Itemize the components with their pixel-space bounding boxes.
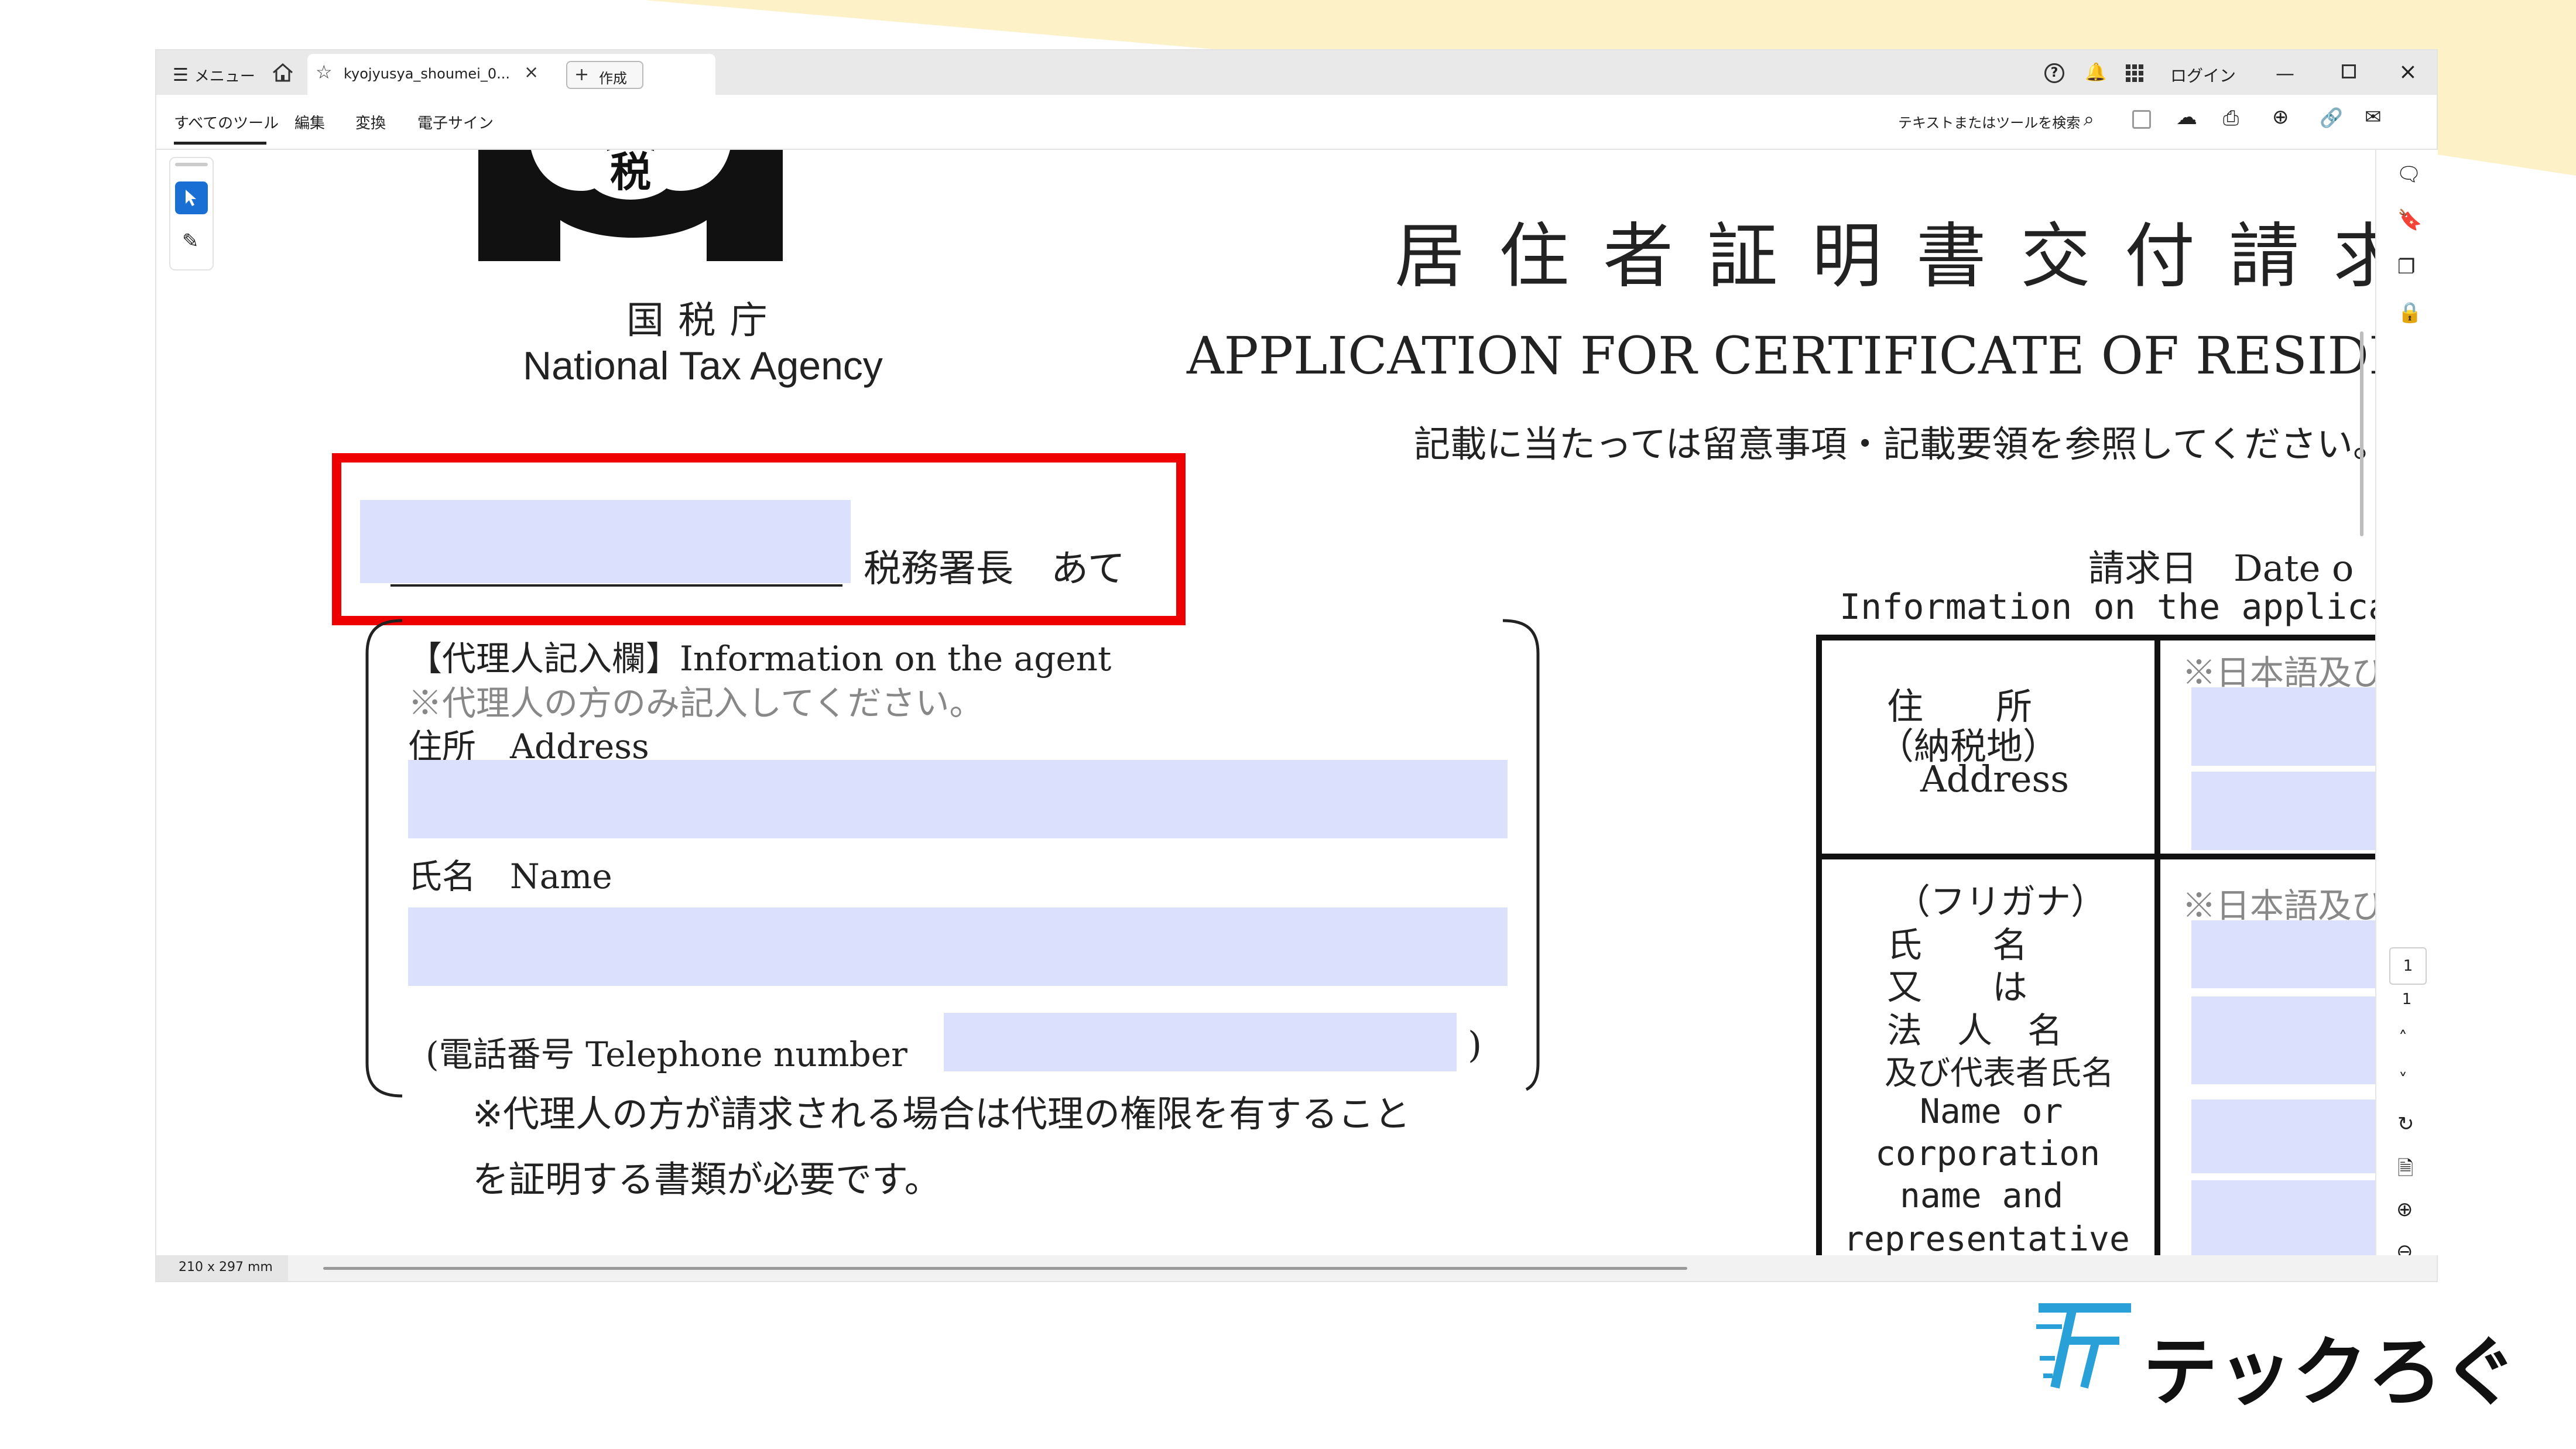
refresh-icon[interactable]: ↻ <box>2397 1112 2414 1136</box>
applicant-representative-field-1[interactable] <box>2191 1099 2375 1173</box>
applicant-name-furigana-field[interactable] <box>2191 920 2375 988</box>
comment-icon[interactable]: 🗨 <box>2396 163 2421 186</box>
hamburger-icon: ☰ <box>173 65 189 85</box>
login-button[interactable]: ログイン <box>2170 63 2236 87</box>
name-label-en-1: Name or <box>1920 1091 2063 1131</box>
prev-page-icon[interactable]: ˄ <box>2399 1028 2407 1049</box>
left-tool-strip: ✎ <box>156 150 232 1255</box>
share-icon[interactable]: ⊕ <box>2272 105 2289 129</box>
brand-logo-mark <box>2036 1303 2131 1389</box>
tab-convert[interactable]: 変換 <box>355 111 386 133</box>
apps-grid-icon[interactable] <box>2125 63 2145 85</box>
document-tab[interactable]: ☆ kyojyusya_shoumei_0... × <box>307 54 715 95</box>
create-button[interactable]: + 作成 <box>566 61 643 89</box>
create-label: 作成 <box>599 70 627 87</box>
address-label-line3: Address <box>1920 758 2070 800</box>
national-tax-agency-logo: 税 <box>478 150 783 261</box>
active-tab-underline <box>174 142 266 145</box>
agent-footnote-line1: ※代理人の方が請求される場合は代理の権限を有すること <box>472 1092 1410 1135</box>
right-panel: 🗨 🔖 ❐ 🔒 1 1 ˄ ˅ ↻ 🗎 ⊕ ⊖ <box>2375 150 2438 1263</box>
close-tab-icon[interactable]: × <box>524 62 539 83</box>
search-icon[interactable]: ⌕ <box>2084 108 2094 131</box>
print-icon[interactable]: ⎙ <box>2223 107 2239 130</box>
page-size-label: 210 x 297 mm <box>179 1260 273 1275</box>
cursor-icon <box>186 190 196 206</box>
vertical-scrollbar-thumb[interactable] <box>2360 331 2363 536</box>
agent-footnote-line2: を証明する書類が必要です。 <box>472 1158 941 1201</box>
tab-e-sign[interactable]: 電子サイン <box>417 111 494 133</box>
name-label-representative-ja: 及び代表者氏名 <box>1885 1054 2114 1092</box>
document-title-en: APPLICATION FOR CERTIFICATE OF RESIDENCE… <box>1187 326 2375 386</box>
quick-tools-panel: ✎ <box>169 157 214 270</box>
horizontal-scrollbar[interactable] <box>323 1267 1687 1270</box>
tab-title: kyojyusya_shoumei_0... <box>344 66 511 82</box>
drag-handle[interactable] <box>175 163 208 166</box>
tab-edit[interactable]: 編集 <box>294 111 325 133</box>
total-pages: 1 <box>2402 991 2412 1008</box>
pdf-viewer-window: ☰ メニュー ☆ kyojyusya_shoumei_0... × + 作成 ?… <box>156 50 2438 1281</box>
email-icon[interactable]: ✉ <box>2365 105 2382 129</box>
agent-name-field[interactable] <box>408 907 1508 986</box>
brand-logo: テックろぐ <box>2032 1294 2517 1416</box>
applicant-address-field-2[interactable] <box>2191 772 2375 850</box>
link-icon[interactable]: 🔗 <box>2320 107 2343 129</box>
document-view: 税 国 税 庁 National Tax Agency 居 住 者 証 明 書 … <box>232 150 2375 1255</box>
close-window-icon[interactable]: × <box>2399 59 2417 84</box>
restore-icon[interactable] <box>2342 64 2356 78</box>
name-label-en-2: corporation <box>1875 1133 2101 1173</box>
agency-name-ja: 国 税 庁 <box>626 299 769 342</box>
menu-button[interactable]: ☰ メニュー <box>173 64 255 86</box>
pen-icon: ✎ <box>182 229 199 253</box>
agent-section-title: 【代理人記入欄】Information on the agent <box>408 639 1112 679</box>
bookmark-icon[interactable]: 🔖 <box>2397 208 2422 232</box>
logo-character: 税 <box>610 150 651 196</box>
lock-icon[interactable]: 🔒 <box>2397 301 2422 324</box>
title-bar: ☰ メニュー ☆ kyojyusya_shoumei_0... × + 作成 ?… <box>156 50 2437 95</box>
table-column-divider <box>2154 635 2160 1255</box>
main-toolbar: すべてのツール 編集 変換 電子サイン テキストまたはツールを検索 ⌕ ☁ ⎙ … <box>156 95 2437 150</box>
agent-phone-label: (電話番号 Telephone number <box>426 1034 907 1074</box>
menu-label: メニュー <box>194 68 255 85</box>
annotate-tool-button[interactable]: ✎ <box>175 227 208 260</box>
tab-all-tools[interactable]: すべてのツール <box>174 111 279 133</box>
name-label-corporate: 法 人 名 <box>1887 1010 2063 1051</box>
bell-icon[interactable]: 🔔 <box>2085 62 2106 83</box>
instruction-note: 記載に当たっては留意事項・記載要領を参照してください。 <box>1414 423 2375 465</box>
plus-icon: + <box>574 64 590 85</box>
agency-name-en: National Tax Agency <box>523 344 883 388</box>
next-page-icon[interactable]: ˅ <box>2399 1070 2407 1091</box>
home-icon[interactable] <box>271 62 294 85</box>
minimize-icon[interactable]: — <box>2276 62 2294 84</box>
save-icon[interactable] <box>2132 110 2151 129</box>
request-date-label: 請求日 Date o <box>2088 547 2354 590</box>
pages-icon[interactable]: ❐ <box>2397 255 2415 279</box>
select-tool-button[interactable] <box>175 181 208 214</box>
help-icon[interactable]: ? <box>2044 63 2064 83</box>
document-title-ja: 居 住 者 証 明 書 交 付 請 求 書 <box>1395 216 2375 297</box>
name-label-en-3: name and <box>1900 1176 2064 1215</box>
applicant-name-field[interactable] <box>2191 996 2375 1084</box>
applicant-address-field-1[interactable] <box>2191 687 2375 766</box>
applicant-representative-field-2[interactable] <box>2191 1180 2375 1255</box>
name-label-en-4: representative <box>1844 1219 2130 1255</box>
agent-phone-field[interactable] <box>944 1013 1457 1071</box>
status-bar: 210 x 297 mm <box>156 1255 2437 1281</box>
zoom-in-icon[interactable]: ⊕ <box>2396 1198 2413 1221</box>
agent-name-label: 氏名 Name <box>408 857 612 896</box>
applicant-header: Information on the applicant: <box>1839 587 2375 628</box>
table-row-divider <box>1816 854 2375 859</box>
star-icon[interactable]: ☆ <box>316 61 333 83</box>
highlight-box <box>332 453 1186 625</box>
cloud-upload-icon[interactable]: ☁ <box>2176 105 2197 129</box>
search-tools-label[interactable]: テキストまたはツールを検索 <box>1898 111 2080 132</box>
current-page-input[interactable]: 1 <box>2389 947 2427 985</box>
page-settings-icon[interactable]: 🗎 <box>2397 1155 2413 1188</box>
screen: { "app": { "menu_label": "メニュー", "tab_ti… <box>0 0 2576 1449</box>
agent-phone-close: ) <box>1468 1023 1482 1066</box>
agent-section-note: ※代理人の方のみ記入してください。 <box>408 683 984 723</box>
brand-name: テックろぐ <box>2143 1329 2518 1416</box>
agent-address-field[interactable] <box>408 760 1508 838</box>
